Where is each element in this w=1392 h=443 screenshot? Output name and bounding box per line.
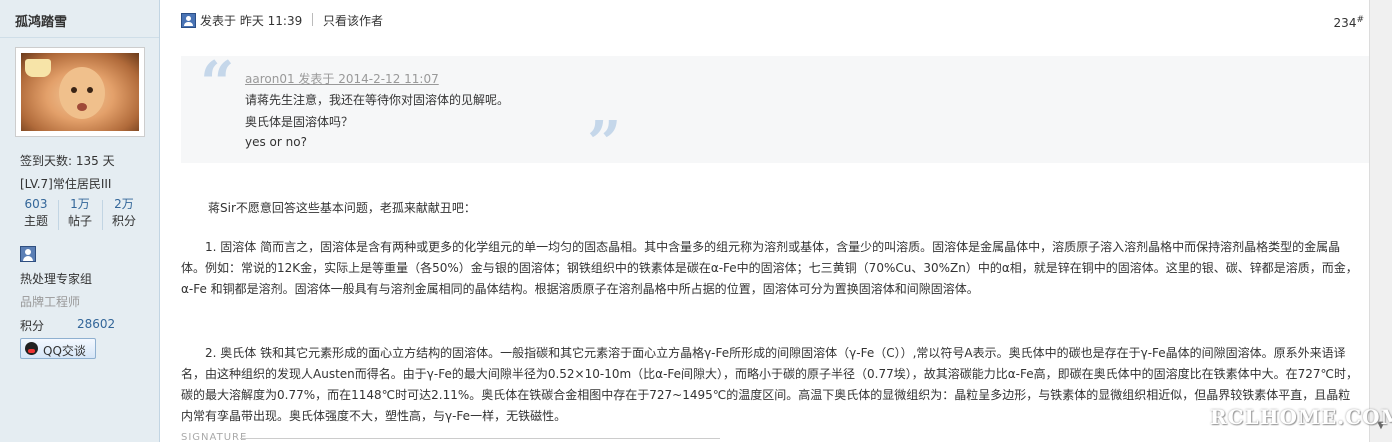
author-sidebar: 孤鸿踏雪 签到天数: 135 天 [LV.7]常住居民III 603 主题 1万… [0, 0, 160, 442]
quote-line: 请蒋先生注意，我还在等待你对固溶体的见解呢。 [245, 93, 510, 107]
avatar-image [21, 53, 139, 131]
quote-close-icon: ” [587, 109, 622, 179]
points-value: 28602 [77, 317, 116, 331]
floor-number[interactable]: 234# [1334, 15, 1364, 30]
user-group[interactable]: 热处理专家组 [20, 270, 92, 287]
user-title: 品牌工程师 [20, 295, 81, 309]
count-posts-num[interactable]: 1万 [59, 196, 101, 213]
post-header: 发表于 昨天 11:39 只看该作者 234# [160, 0, 1392, 40]
mouth [77, 103, 87, 111]
floor-mark: # [1356, 15, 1364, 25]
points-label: 积分 [20, 319, 45, 333]
post-paragraph-2: 2. 奥氏体 铁和其它元素形成的面心立方结构的固溶体。一般指碳和其它元素溶于面心… [181, 346, 1358, 423]
qq-chat-button[interactable]: QQ交谈 [20, 338, 96, 359]
quote-line: yes or no? [245, 135, 307, 149]
post-intro: 蒋Sir不愿意回答这些基本问题，老孤来献献丑吧： [208, 201, 476, 215]
scrollbar[interactable]: ▼ [1369, 0, 1392, 442]
signature-divider [240, 438, 720, 439]
floor-value: 234 [1333, 16, 1357, 30]
qq-penguin-icon [25, 342, 38, 355]
count-credits-label: 积分 [111, 214, 136, 228]
post-paragraph-1: 1. 固溶体 简而言之，固溶体是含有两种或更多的化学组元的单一均匀的固态晶相。其… [181, 240, 1358, 296]
header-divider [312, 13, 313, 26]
qq-chat-label: QQ交谈 [43, 344, 86, 358]
count-topics[interactable]: 603 主题 [15, 196, 57, 230]
checkin-days: 签到天数: 135 天 [20, 154, 115, 168]
baby-face [59, 67, 105, 119]
quote-author[interactable]: aaron01 发表于 2014-2-12 11:07 [245, 70, 439, 87]
only-author-link[interactable]: 只看该作者 [323, 12, 383, 29]
user-group-icon [20, 246, 36, 262]
quote-open-icon: “ [200, 49, 235, 119]
quote-line: 奥氏体是固溶体吗？ [245, 115, 354, 129]
avatar[interactable] [15, 47, 145, 137]
post-time: 发表于 昨天 11:39 [200, 14, 303, 28]
user-level: [LV.7]常住居民III [20, 177, 112, 191]
watermark: RCLHOME.COM [1210, 405, 1392, 429]
author-counts: 603 主题 1万 帖子 2万 积分 [15, 196, 145, 234]
eye-right [87, 87, 93, 93]
count-credits-num[interactable]: 2万 [103, 196, 145, 213]
eye-left [71, 87, 77, 93]
divider [0, 37, 159, 38]
signature-label: SIGNATURE [181, 432, 248, 443]
lamp-shape [25, 59, 51, 77]
count-posts-label: 帖子 [67, 214, 92, 228]
online-status-icon [181, 13, 196, 28]
author-name[interactable]: 孤鸿踏雪 [15, 11, 67, 30]
count-topics-num[interactable]: 603 [15, 196, 57, 213]
count-credits[interactable]: 2万 积分 [103, 196, 145, 230]
count-topics-label: 主题 [23, 214, 48, 228]
quote-block: “ aaron01 发表于 2014-2-12 11:07 请蒋先生注意，我还在… [181, 49, 1369, 174]
count-posts[interactable]: 1万 帖子 [59, 196, 101, 230]
